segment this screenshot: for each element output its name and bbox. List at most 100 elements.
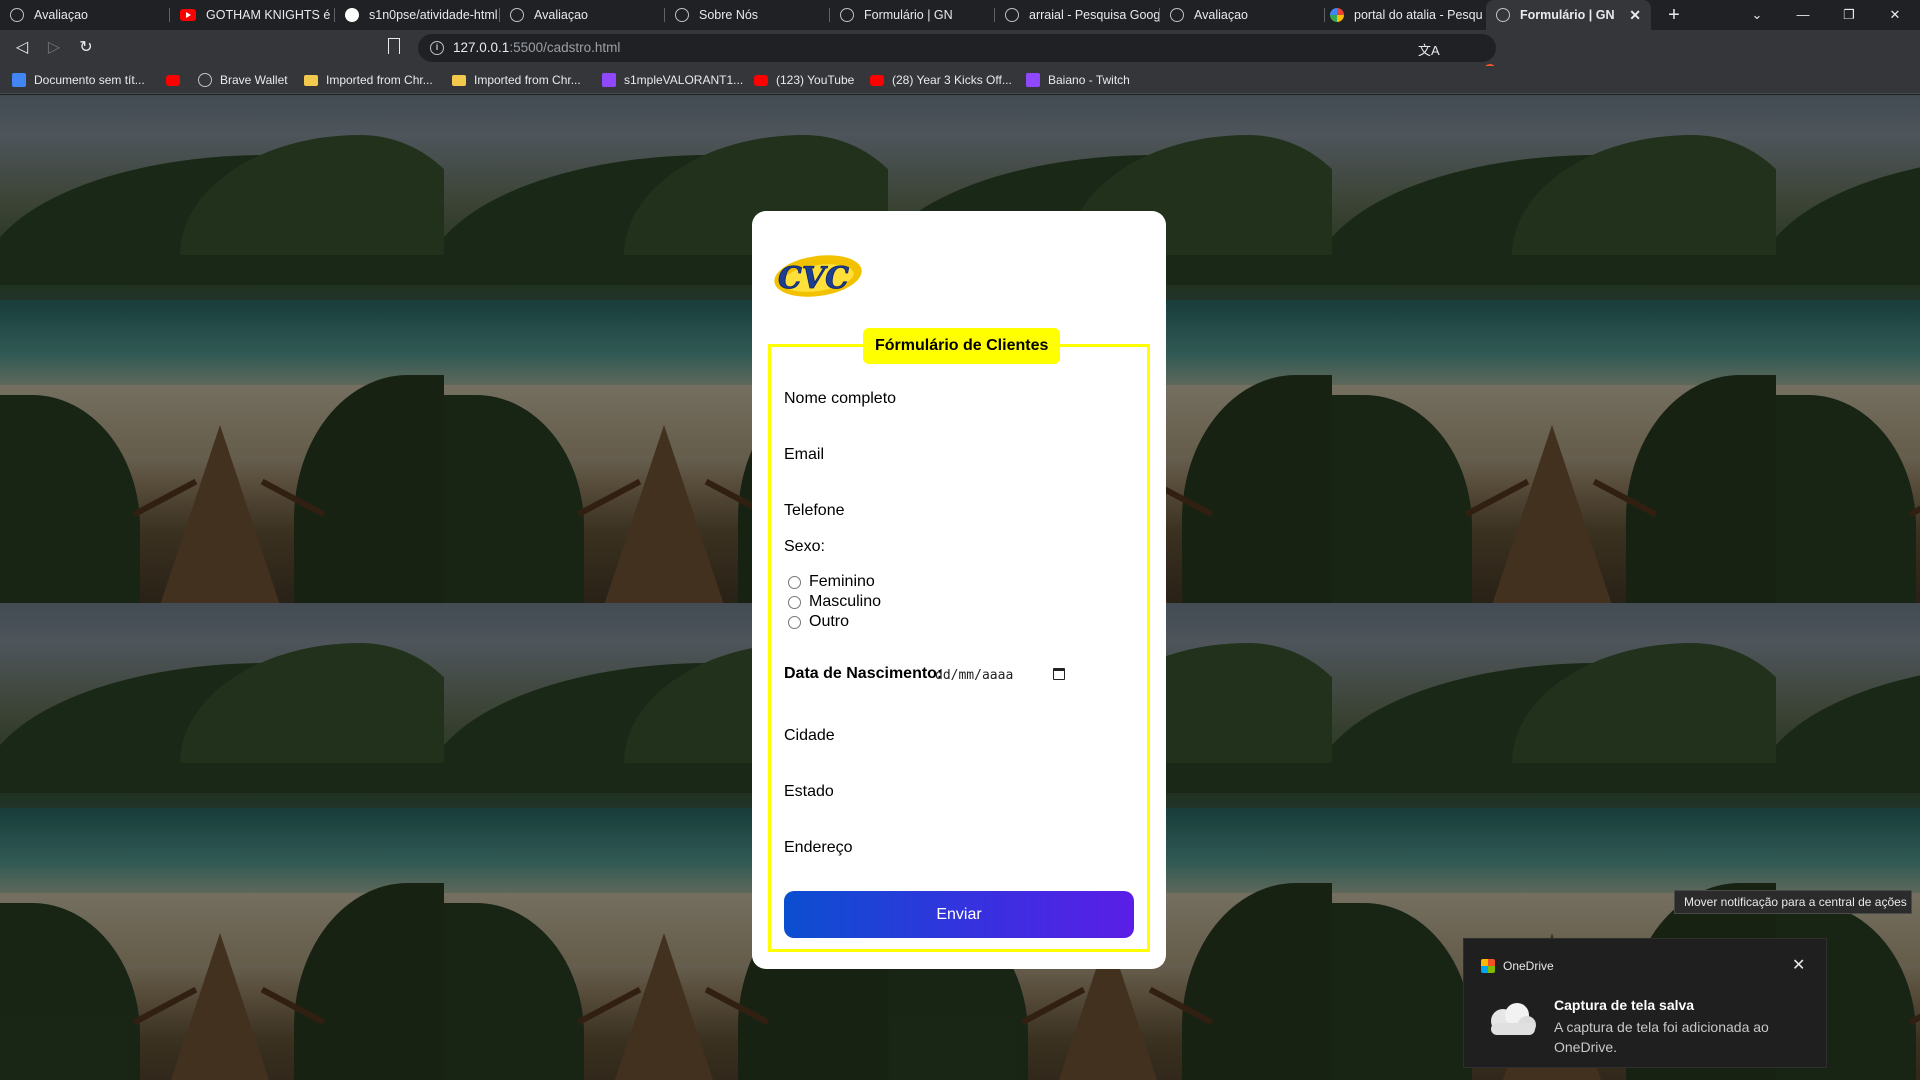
tab-search-icon[interactable]: ⌄: [1734, 0, 1780, 30]
restore-button[interactable]: ❐: [1826, 0, 1872, 30]
translate-icon[interactable]: 文A: [1418, 40, 1440, 59]
tab-4[interactable]: Sobre Nós: [665, 0, 830, 30]
gender-option-outro[interactable]: Outro: [788, 613, 849, 631]
github-icon: [345, 8, 359, 22]
onedrive-app-icon: [1481, 959, 1495, 973]
youtube-icon: [166, 74, 180, 86]
gender-option-feminino[interactable]: Feminino: [788, 573, 875, 591]
docs-icon: [12, 73, 26, 87]
notification-body: A captura de tela foi adicionada ao OneD…: [1554, 1019, 1769, 1055]
onedrive-notification[interactable]: OneDrive ✕ Captura de tela salva A captu…: [1463, 938, 1827, 1068]
phone-field[interactable]: Telefone: [784, 502, 845, 520]
bookmark-1[interactable]: [166, 71, 188, 89]
youtube-icon: [754, 74, 768, 86]
close-icon[interactable]: ✕: [1792, 955, 1805, 975]
folder-icon: [452, 74, 466, 86]
tab-2[interactable]: s1n0pse/atividade-html: [335, 0, 500, 30]
bookmark-0[interactable]: Documento sem tít...: [12, 71, 145, 89]
address-bar[interactable]: i 127.0.0.1:5500/cadstro.html 文A: [418, 34, 1496, 62]
toolbar: ◁ ▷ ↻ i 127.0.0.1:5500/cadstro.html 文A 1…: [0, 30, 1920, 86]
page-viewport: CVC Fórmulário de Clientes Nome completo…: [0, 95, 1920, 1080]
url-host: 127.0.0.1: [453, 40, 510, 55]
bookmark-2[interactable]: Brave Wallet: [198, 71, 288, 89]
bookmark-label: Baiano - Twitch: [1048, 73, 1130, 87]
radio-label: Feminino: [809, 573, 875, 590]
new-tab-button[interactable]: +: [1662, 3, 1686, 27]
cloud-icon: [1491, 1003, 1536, 1035]
bookmark-5[interactable]: s1mpleVALORANT1...: [602, 71, 743, 89]
site-info-icon[interactable]: i: [430, 41, 444, 55]
tab-0[interactable]: Avaliaçao: [0, 0, 170, 30]
tab-6[interactable]: arraial - Pesquisa Googl: [995, 0, 1160, 30]
gender-option-masculino[interactable]: Masculino: [788, 593, 881, 611]
globe-icon: [510, 8, 524, 22]
bookmark-label: Documento sem tít...: [34, 73, 145, 87]
window-close-button[interactable]: ✕: [1872, 0, 1918, 30]
tab-5[interactable]: Formulário | GN: [830, 0, 995, 30]
address-field[interactable]: Endereço: [784, 839, 853, 857]
folder-icon: [304, 74, 318, 86]
tab-title: Sobre Nós: [699, 8, 759, 22]
globe-icon: [10, 8, 24, 22]
tab-title: Formulário | GN: [1520, 8, 1615, 22]
radio-button[interactable]: [788, 575, 801, 589]
forward-button[interactable]: ▷: [42, 36, 66, 60]
bookmark-icon[interactable]: [388, 38, 400, 54]
tab-3[interactable]: Avaliaçao: [500, 0, 665, 30]
client-form: Fórmulário de Clientes Nome completo Ema…: [768, 328, 1150, 952]
calendar-icon[interactable]: [1053, 668, 1065, 680]
date-placeholder: dd/mm/aaaa: [935, 667, 1014, 683]
birthdate-input[interactable]: dd/mm/aaaa: [935, 666, 1065, 684]
radio-label: Outro: [809, 613, 850, 630]
tab-8[interactable]: portal do atalia - Pesqu: [1320, 0, 1485, 30]
name-field[interactable]: Nome completo: [784, 390, 896, 408]
radio-label: Masculino: [809, 593, 882, 610]
tab-title: arraial - Pesquisa Googl: [1029, 8, 1160, 22]
globe-icon: [1496, 8, 1510, 22]
tab-active[interactable]: Formulário | GN ✕: [1486, 0, 1651, 30]
bookmark-3[interactable]: Imported from Chr...: [304, 71, 433, 89]
google-icon: [1330, 8, 1344, 22]
birthdate-label: Data de Nascimento:: [784, 665, 943, 682]
twitch-icon: [602, 73, 616, 87]
radio-button[interactable]: [788, 615, 801, 629]
tab-title: Avaliaçao: [534, 8, 588, 22]
globe-icon: [1005, 8, 1019, 22]
bookmark-label: Imported from Chr...: [326, 73, 433, 87]
svg-text:CVC: CVC: [778, 261, 849, 296]
bookmark-label: Brave Wallet: [220, 73, 288, 87]
bookmark-4[interactable]: Imported from Chr...: [452, 71, 581, 89]
form-card: CVC Fórmulário de Clientes Nome completo…: [752, 211, 1166, 969]
tab-title: Formulário | GN: [864, 8, 953, 22]
globe-icon: [198, 73, 212, 87]
bookmark-label: (28) Year 3 Kicks Off...: [892, 73, 1012, 87]
tab-7[interactable]: Avaliaçao: [1160, 0, 1325, 30]
cvc-logo: CVC: [774, 255, 862, 297]
tab-1[interactable]: GOTHAM KNIGHTS é m: [170, 0, 335, 30]
bookmarks-bar: Documento sem tít... Brave Wallet Import…: [0, 66, 1920, 94]
form-legend: Fórmulário de Clientes: [863, 328, 1061, 364]
radio-button[interactable]: [788, 595, 801, 609]
tab-title: Avaliaçao: [1194, 8, 1248, 22]
reload-button[interactable]: ↻: [74, 36, 98, 60]
bookmark-label: (123) YouTube: [776, 73, 855, 87]
back-button[interactable]: ◁: [10, 36, 34, 60]
close-tab-icon[interactable]: ✕: [1621, 7, 1641, 24]
city-field[interactable]: Cidade: [784, 727, 835, 745]
bookmark-7[interactable]: (28) Year 3 Kicks Off...: [870, 71, 1012, 89]
youtube-icon: [870, 74, 884, 86]
bookmark-6[interactable]: (123) YouTube: [754, 71, 854, 89]
email-field[interactable]: Email: [784, 446, 824, 464]
notification-title: Captura de tela salva: [1554, 997, 1695, 1013]
gender-label: Sexo:: [784, 538, 825, 555]
notification-tooltip: Mover notificação para a central de açõe…: [1674, 890, 1912, 914]
url-text[interactable]: 127.0.0.1:5500/cadstro.html: [453, 40, 620, 55]
state-field[interactable]: Estado: [784, 783, 834, 801]
minimize-button[interactable]: —: [1780, 0, 1826, 30]
globe-icon: [675, 8, 689, 22]
submit-button[interactable]: Enviar: [784, 891, 1134, 938]
bookmark-8[interactable]: Baiano - Twitch: [1026, 71, 1130, 89]
url-path: :5500/cadstro.html: [509, 40, 621, 55]
globe-icon: [840, 8, 854, 22]
bookmark-label: s1mpleVALORANT1...: [624, 73, 744, 87]
